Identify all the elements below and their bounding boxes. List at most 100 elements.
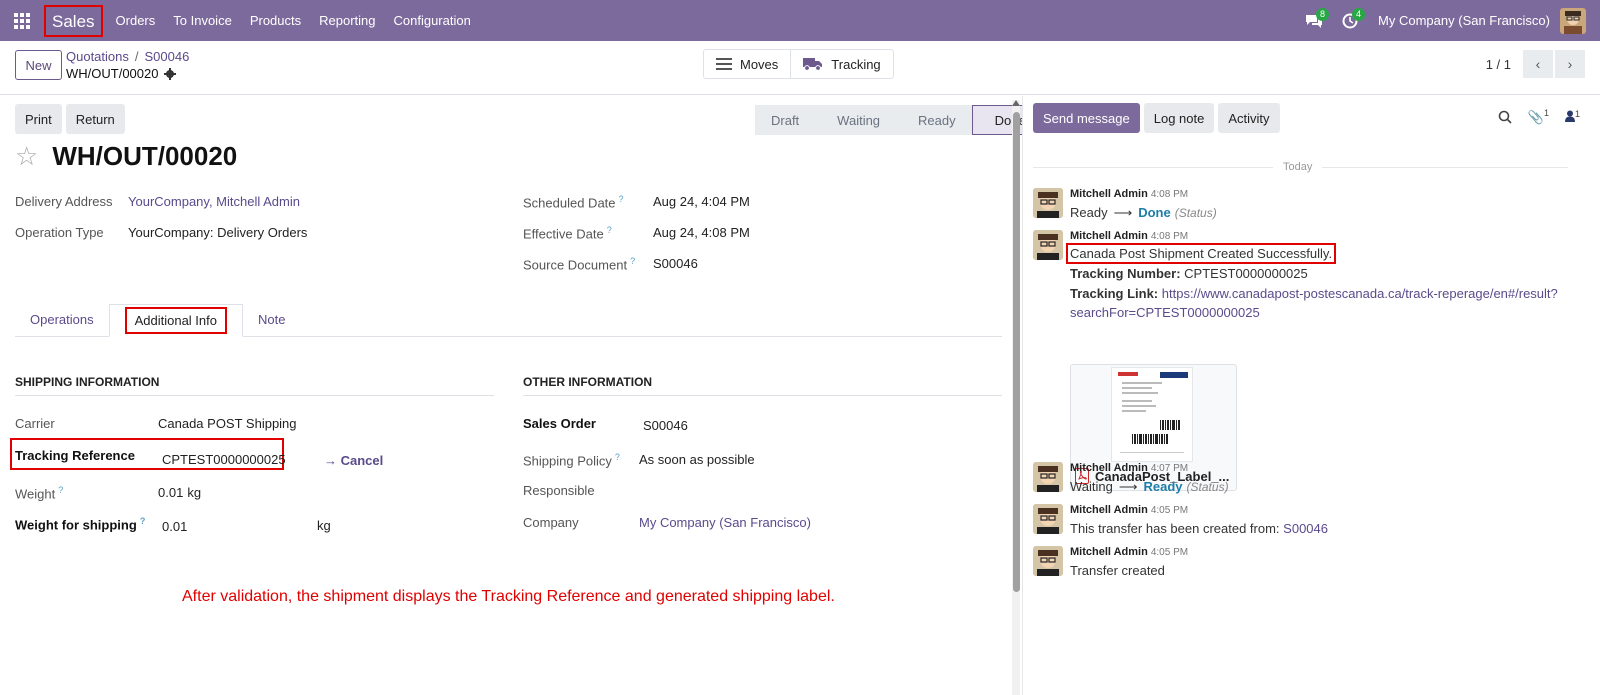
shipping-policy-value[interactable]: As soon as possible — [639, 452, 755, 468]
apps-menu-icon[interactable] — [0, 0, 44, 41]
tracking-number-label: Tracking Number: — [1070, 266, 1181, 281]
scheduled-date-value[interactable]: Aug 24, 4:04 PM — [653, 194, 750, 210]
log-note-button[interactable]: Log note — [1143, 103, 1215, 133]
top-navbar: Sales Orders To Invoice Products Reporti… — [0, 0, 1600, 41]
menu-to-invoice[interactable]: To Invoice — [164, 13, 241, 28]
pager-previous-button[interactable]: ‹ — [1523, 50, 1553, 78]
title-text: WH/OUT/00020 — [52, 141, 238, 171]
tracking-reference-row: Tracking Reference CPTEST0000000025 — [15, 448, 286, 467]
annotation-text: After validation, the shipment displays … — [182, 588, 835, 605]
star-icon[interactable]: ☆ — [15, 141, 38, 172]
record-name: WH/OUT/00020 — [66, 66, 177, 81]
avatar[interactable] — [1033, 188, 1063, 218]
source-order-link[interactable]: S00046 — [1283, 521, 1328, 536]
effective-date-row: Effective Date? Aug 24, 4:08 PM — [523, 225, 750, 241]
control-panel: New Quotations / S00046 WH/OUT/00020 Moves… — [0, 41, 1600, 95]
activities-button[interactable]: 4 — [1332, 0, 1368, 41]
form-scrollbar-thumb[interactable] — [1013, 112, 1020, 592]
activity-button[interactable]: Activity — [1218, 103, 1280, 133]
pager: 1 / 1 ‹ › — [1486, 50, 1585, 78]
breadcrumb-order[interactable]: S00046 — [145, 49, 190, 64]
notebook-tabs: Operations Additional Info Note — [15, 304, 1002, 337]
tracking-link-cont[interactable]: searchFor=CPTEST0000000025 — [1070, 305, 1260, 320]
carrier-label: Carrier — [15, 416, 55, 431]
messages-button[interactable]: 8 — [1296, 0, 1332, 41]
help-icon[interactable]: ? — [619, 194, 624, 204]
search-icon[interactable] — [1498, 110, 1512, 124]
cancel-shipment-link[interactable]: → Cancel — [324, 453, 383, 468]
company-switcher[interactable]: My Company (San Francisco) — [1378, 13, 1550, 28]
tab-note[interactable]: Note — [243, 303, 300, 336]
company-value[interactable]: My Company (San Francisco) — [639, 515, 811, 530]
avatar[interactable] — [1033, 546, 1063, 576]
status-old: Ready — [1070, 205, 1108, 220]
followers-button[interactable]: 1 — [1564, 109, 1580, 125]
tab-operations[interactable]: Operations — [15, 303, 109, 336]
new-button[interactable]: New — [15, 50, 62, 80]
help-icon[interactable]: ? — [630, 256, 635, 266]
tracking-number-value: CPTEST0000000025 — [1184, 266, 1308, 281]
menu-products[interactable]: Products — [241, 13, 310, 28]
operation-type-value[interactable]: YourCompany: Delivery Orders — [128, 225, 307, 240]
bars-icon — [716, 58, 732, 70]
carrier-value[interactable]: Canada POST Shipping — [158, 416, 297, 431]
status-new: Ready — [1143, 479, 1183, 494]
avatar[interactable] — [1033, 462, 1063, 492]
help-icon[interactable]: ? — [140, 516, 146, 526]
help-icon[interactable]: ? — [615, 452, 620, 462]
chevron-left-icon: ‹ — [1535, 56, 1541, 72]
sales-order-value[interactable]: S00046 — [643, 418, 688, 433]
message-author[interactable]: Mitchell Admin — [1070, 546, 1148, 558]
send-message-button[interactable]: Send message — [1033, 103, 1140, 133]
smart-buttons: Moves Tracking — [703, 49, 894, 79]
message-text: This transfer has been created from: — [1070, 521, 1280, 536]
source-document-value[interactable]: S00046 — [653, 256, 698, 272]
attachments-button[interactable]: 📎1 — [1528, 108, 1549, 125]
breadcrumb-quotations[interactable]: Quotations — [66, 49, 129, 64]
print-button[interactable]: Print — [15, 104, 62, 134]
chatter-tools: 📎1 1 — [1498, 108, 1580, 125]
help-icon[interactable]: ? — [607, 225, 612, 235]
scheduled-date-row: Scheduled Date? Aug 24, 4:04 PM — [523, 194, 750, 210]
company-row: Company My Company (San Francisco) — [523, 515, 811, 530]
other-section-title: OTHER INFORMATION — [523, 375, 1002, 396]
message-author[interactable]: Mitchell Admin — [1070, 188, 1148, 200]
menu-configuration[interactable]: Configuration — [385, 13, 480, 28]
tracking-link[interactable]: https://www.canadapost-postescanada.ca/t… — [1162, 286, 1558, 301]
gear-icon[interactable] — [164, 67, 177, 80]
menu-orders[interactable]: Orders — [107, 13, 165, 28]
menu-reporting[interactable]: Reporting — [310, 13, 384, 28]
chatter-buttons: Send message Log note Activity — [1033, 103, 1280, 133]
tracking-reference-value[interactable]: CPTEST0000000025 — [162, 452, 286, 467]
avatar[interactable] — [1033, 504, 1063, 534]
chevron-right-icon: › — [1567, 56, 1573, 72]
help-icon[interactable]: ? — [58, 485, 63, 495]
delivery-address-value[interactable]: YourCompany, Mitchell Admin — [128, 194, 300, 209]
paperclip-icon: 📎 — [1527, 109, 1544, 125]
status-waiting[interactable]: Waiting — [815, 105, 897, 135]
weight-shipping-row: Weight for shipping? 0.01 kg — [15, 516, 331, 534]
message-author[interactable]: Mitchell Admin — [1070, 462, 1148, 474]
source-document-label: Source Document — [523, 257, 628, 273]
record-name-text: WH/OUT/00020 — [66, 66, 159, 81]
tab-additional-info[interactable]: Additional Info — [108, 304, 243, 337]
sales-order-label: Sales Order — [523, 416, 596, 431]
tracking-button[interactable]: Tracking — [790, 50, 892, 78]
avatar[interactable] — [1033, 230, 1063, 260]
moves-button[interactable]: Moves — [704, 50, 790, 78]
truck-icon — [803, 58, 823, 71]
app-name[interactable]: Sales — [44, 4, 103, 37]
message-author[interactable]: Mitchell Admin — [1070, 230, 1148, 242]
shipping-section-title: SHIPPING INFORMATION — [15, 375, 494, 396]
return-button[interactable]: Return — [65, 104, 125, 134]
record-title: ☆ WH/OUT/00020 — [15, 141, 237, 172]
message-author[interactable]: Mitchell Admin — [1070, 504, 1148, 516]
scroll-up-arrow[interactable] — [1012, 100, 1020, 106]
status-ready[interactable]: Ready — [896, 105, 972, 135]
form-button-bar: Print Return — [15, 104, 125, 134]
user-avatar[interactable] — [1560, 7, 1586, 34]
pager-next-button[interactable]: › — [1555, 50, 1585, 78]
pager-value[interactable]: 1 / 1 — [1486, 57, 1511, 72]
status-draft[interactable]: Draft — [755, 105, 816, 135]
weight-shipping-input[interactable]: 0.01 — [162, 519, 317, 534]
